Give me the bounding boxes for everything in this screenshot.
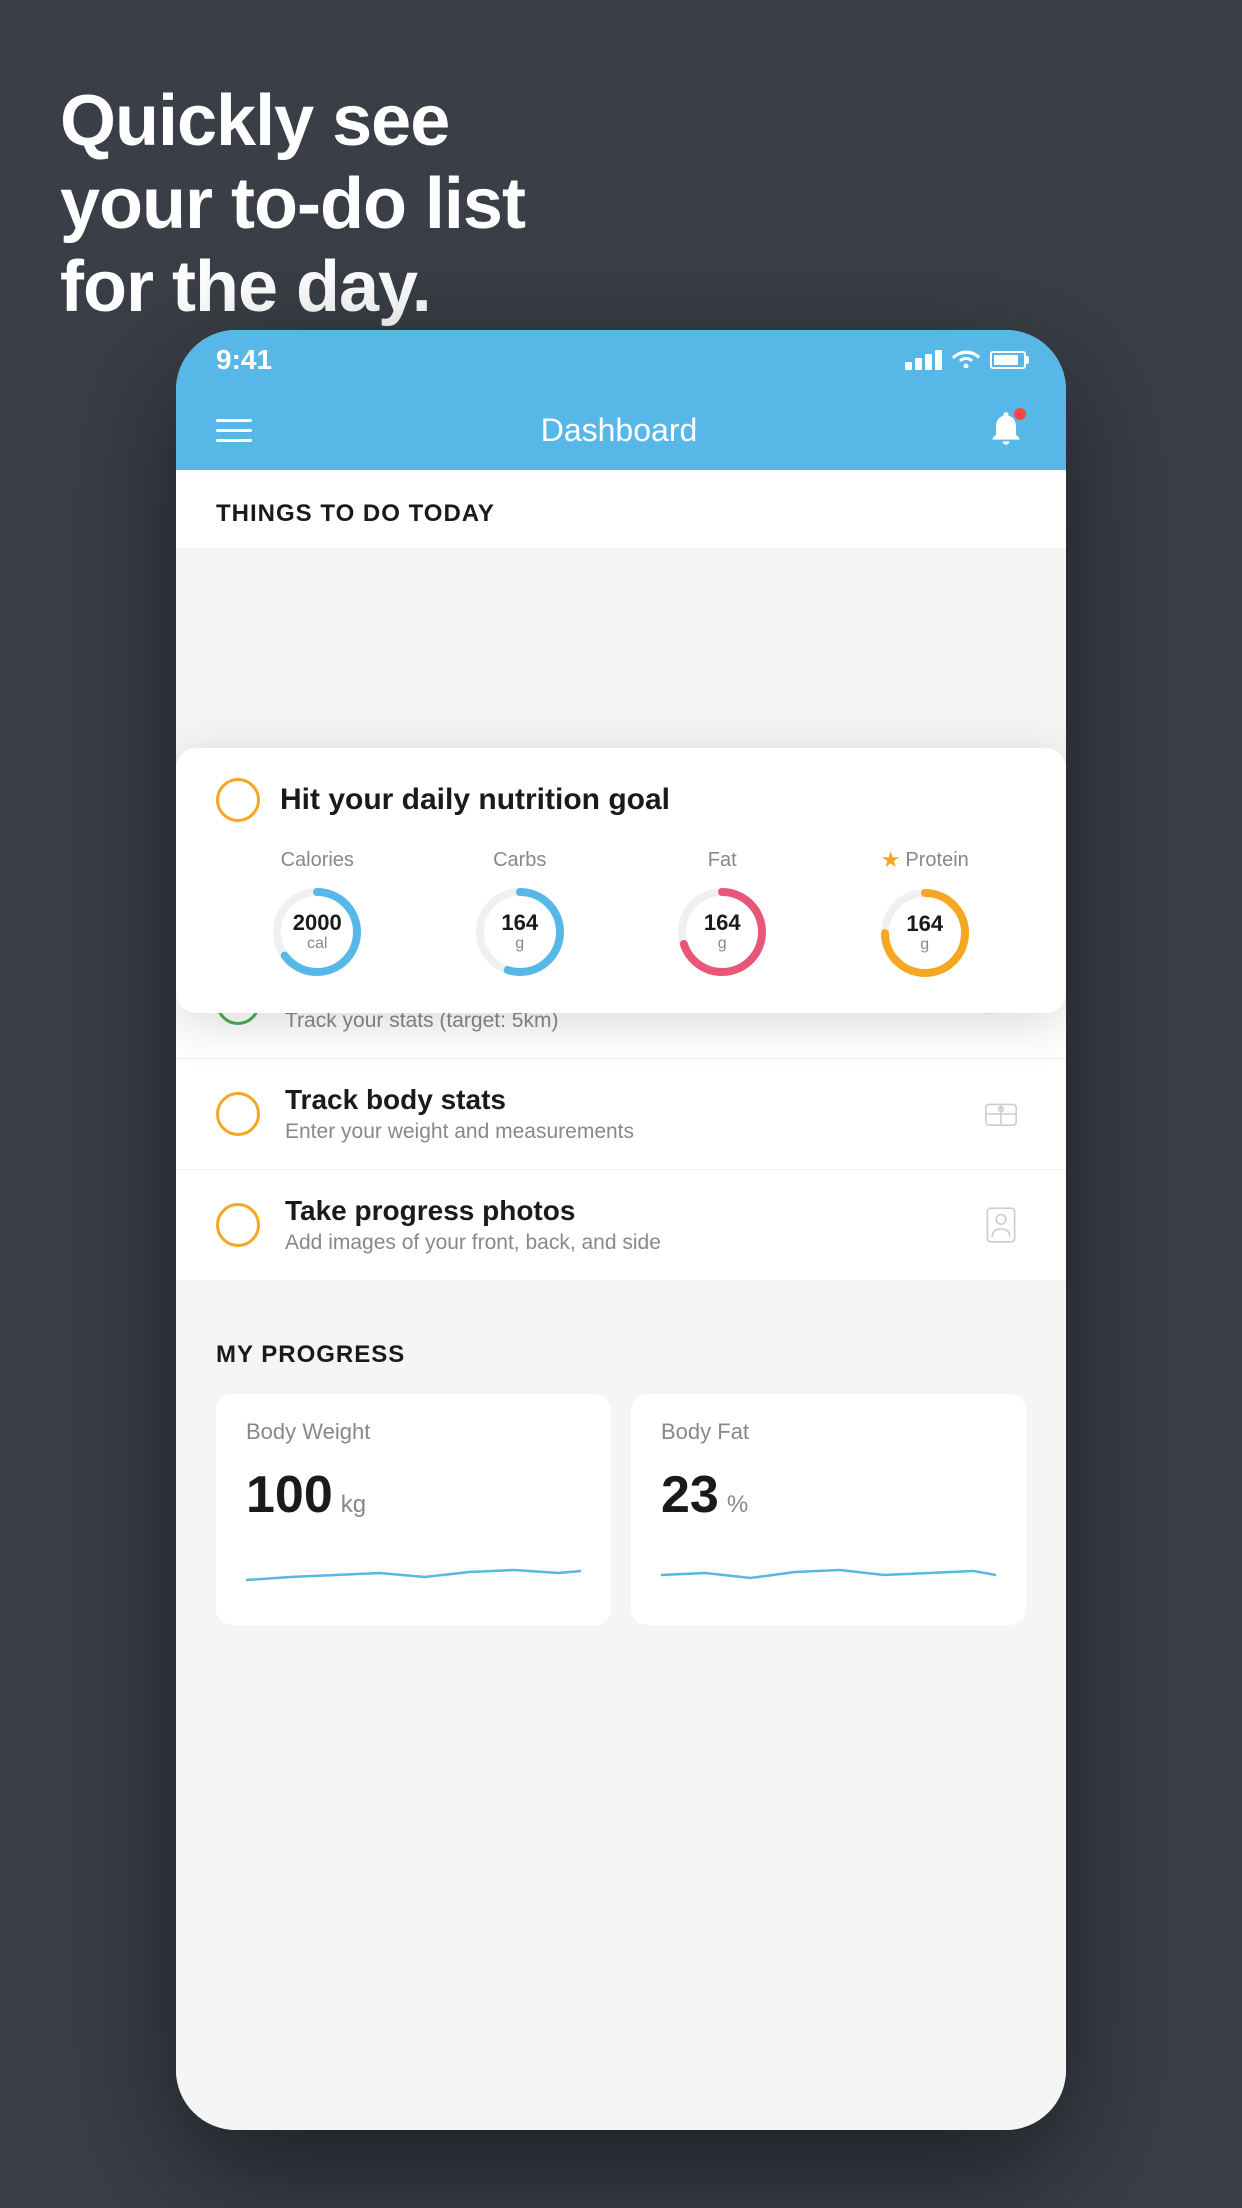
- fat-value: 164: [704, 910, 741, 934]
- protein-label: Protein: [905, 849, 968, 872]
- notification-dot: [1014, 408, 1026, 420]
- body-weight-chart: [246, 1545, 581, 1595]
- star-icon: ★: [881, 847, 901, 873]
- body-fat-chart: [661, 1545, 996, 1595]
- body-stats-check-circle: [216, 1092, 260, 1136]
- calories-circle: 2000 cal: [267, 882, 367, 982]
- nutrition-card-title: Hit your daily nutrition goal: [280, 783, 670, 817]
- fat-label: Fat: [708, 849, 737, 872]
- photos-desc: Add images of your front, back, and side: [285, 1231, 976, 1255]
- content-area: THINGS TO DO TODAY Hit your daily nutrit…: [176, 470, 1066, 2130]
- body-fat-unit: %: [727, 1491, 748, 1519]
- scale-icon: [976, 1089, 1026, 1139]
- body-fat-value-row: 23 %: [661, 1465, 996, 1525]
- body-weight-card[interactable]: Body Weight 100 kg: [216, 1394, 611, 1625]
- body-weight-unit: kg: [341, 1491, 366, 1519]
- carbs-value: 164: [501, 910, 538, 934]
- calories-unit: cal: [307, 935, 327, 952]
- carbs-unit: g: [515, 935, 524, 952]
- body-weight-value: 100: [246, 1465, 333, 1525]
- body-weight-title: Body Weight: [246, 1419, 581, 1445]
- person-icon: [976, 1200, 1026, 1250]
- photos-check-circle: [216, 1203, 260, 1247]
- body-stats-name: Track body stats: [285, 1084, 976, 1116]
- progress-cards: Body Weight 100 kg Body Fat 23 %: [216, 1394, 1026, 1625]
- todo-section-title: THINGS TO DO TODAY: [216, 500, 1026, 548]
- nutrition-calories: Calories 2000 cal: [267, 849, 367, 982]
- progress-title: MY PROGRESS: [216, 1341, 1026, 1369]
- status-icons: [905, 346, 1026, 374]
- fat-circle: 164 g: [672, 882, 772, 982]
- nutrition-card-header: Hit your daily nutrition goal: [216, 778, 1026, 822]
- protein-value: 164: [906, 912, 943, 936]
- body-weight-value-row: 100 kg: [246, 1465, 581, 1525]
- nutrition-check-circle[interactable]: [216, 778, 260, 822]
- calories-value: 2000: [293, 910, 342, 934]
- headline: Quickly see your to-do list for the day.: [60, 80, 525, 328]
- photos-text: Take progress photos Add images of your …: [285, 1195, 976, 1255]
- progress-section: MY PROGRESS Body Weight 100 kg Body Fat: [176, 1301, 1066, 1655]
- wifi-icon: [952, 346, 980, 374]
- todo-section: THINGS TO DO TODAY: [176, 470, 1066, 548]
- body-fat-title: Body Fat: [661, 1419, 996, 1445]
- todo-item-progress-photos[interactable]: Take progress photos Add images of your …: [176, 1170, 1066, 1281]
- nutrition-protein: ★ Protein 164 g: [875, 847, 975, 983]
- status-bar: 9:41: [176, 330, 1066, 390]
- calories-label: Calories: [281, 849, 354, 872]
- carbs-label: Carbs: [493, 849, 546, 872]
- hamburger-menu-button[interactable]: [216, 419, 252, 442]
- carbs-circle: 164 g: [470, 882, 570, 982]
- fat-unit: g: [718, 935, 727, 952]
- protein-circle: 164 g: [875, 883, 975, 983]
- battery-icon: [990, 351, 1026, 369]
- signal-bars-icon: [905, 350, 942, 370]
- notification-bell-button[interactable]: [986, 408, 1026, 453]
- nutrition-fat: Fat 164 g: [672, 849, 772, 982]
- nutrition-row: Calories 2000 cal: [216, 847, 1026, 983]
- nutrition-card: Hit your daily nutrition goal Calories: [176, 748, 1066, 1013]
- nutrition-carbs: Carbs 164 g: [470, 849, 570, 982]
- status-time: 9:41: [216, 344, 272, 376]
- body-stats-text: Track body stats Enter your weight and m…: [285, 1084, 976, 1144]
- headline-line3: for the day.: [60, 246, 525, 329]
- headline-line1: Quickly see: [60, 80, 525, 163]
- body-fat-value: 23: [661, 1465, 719, 1525]
- app-header: Dashboard: [176, 390, 1066, 470]
- headline-line2: your to-do list: [60, 163, 525, 246]
- body-stats-desc: Enter your weight and measurements: [285, 1120, 976, 1144]
- phone-frame: 9:41 Dashboard: [176, 330, 1066, 2130]
- body-fat-card[interactable]: Body Fat 23 %: [631, 1394, 1026, 1625]
- protein-unit: g: [920, 936, 929, 953]
- photos-name: Take progress photos: [285, 1195, 976, 1227]
- header-title: Dashboard: [541, 412, 698, 449]
- todo-item-body-stats[interactable]: Track body stats Enter your weight and m…: [176, 1059, 1066, 1170]
